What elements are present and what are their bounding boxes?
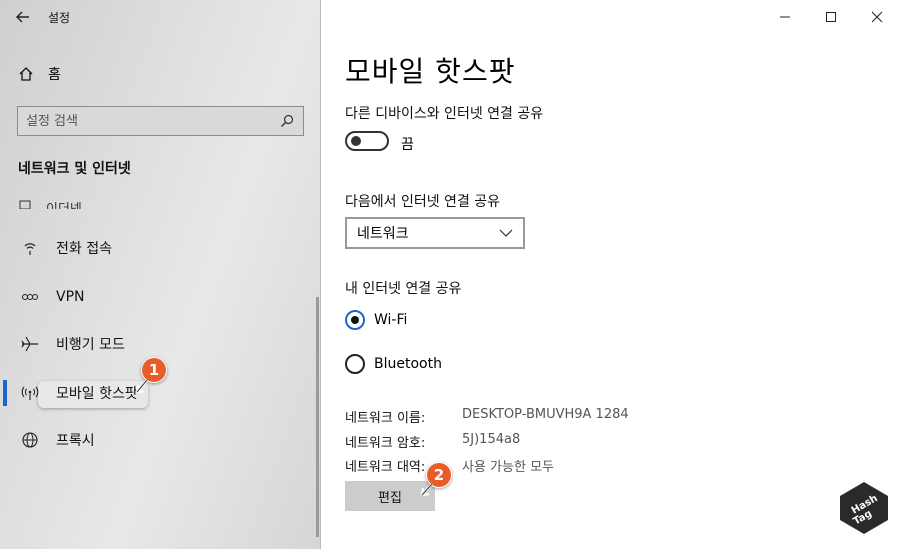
sidebar-scrollbar[interactable]: [316, 297, 319, 537]
minimize-button[interactable]: [762, 0, 808, 34]
active-indicator: [3, 380, 7, 406]
close-button[interactable]: [854, 0, 900, 34]
share-label: 다른 디바이스와 인터넷 연결 공유: [345, 106, 544, 122]
sidebar-item-label: 전화 접속: [56, 241, 112, 257]
network-password-row: 네트워크 암호: 5J)154a8: [345, 432, 520, 451]
ethernet-icon: [19, 200, 31, 209]
network-name-value: DESKTOP-BMUVH9A 1284: [462, 407, 629, 422]
window-controls: [762, 0, 900, 34]
chevron-down-icon: [499, 229, 513, 237]
dialup-icon: [18, 238, 42, 258]
home-link[interactable]: 홈: [18, 64, 61, 84]
annotation-arrow-1: [135, 379, 148, 394]
airplane-icon: [18, 334, 42, 354]
share-toggle[interactable]: [345, 131, 389, 151]
section-title: 네트워크 및 인터넷: [18, 161, 131, 177]
sidebar-item-label: 프록시: [56, 433, 95, 449]
network-name-row: 네트워크 이름: DESKTOP-BMUVH9A 1284: [345, 407, 629, 426]
sidebar-item-dialup[interactable]: 전화 접속: [8, 228, 308, 268]
sidebar-item-label: 이더넷: [46, 198, 82, 209]
sidebar-item-label: 비행기 모드: [56, 337, 125, 353]
globe-icon: [18, 430, 42, 450]
sidebar-item-ethernet[interactable]: 이더넷: [18, 193, 82, 209]
search-box[interactable]: [17, 106, 304, 136]
page-title: 모바일 핫스팟: [345, 55, 516, 88]
network-band-value: 사용 가능한 모두: [462, 460, 554, 475]
network-password-value: 5J)154a8: [462, 432, 521, 447]
sidebar-item-label: VPN: [56, 289, 85, 305]
toggle-state-label: 끔: [401, 137, 414, 153]
radio-bluetooth-label: Bluetooth: [374, 356, 442, 372]
home-icon: [19, 67, 33, 81]
sidebar: 설정 홈 네트워크 및 인터넷 이더넷 전화 접속 VPN 비행기 모드: [0, 0, 321, 549]
network-name-key: 네트워크 이름:: [345, 411, 426, 426]
vpn-icon: [18, 287, 42, 307]
share-from-label: 다음에서 인터넷 연결 공유: [345, 194, 501, 210]
app-title: 설정: [48, 10, 71, 25]
search-input[interactable]: [26, 113, 279, 129]
sidebar-item-label: 모바일 핫스팟: [56, 386, 138, 402]
toggle-knob: [351, 136, 361, 146]
main-pane: 모바일 핫스팟 다른 디바이스와 인터넷 연결 공유 끔 다음에서 인터넷 연결…: [322, 0, 900, 549]
radio-wifi[interactable]: Wi-Fi: [345, 310, 407, 330]
arrow-left-icon: [16, 11, 29, 23]
search-icon[interactable]: [279, 113, 295, 129]
hotspot-icon: [18, 383, 42, 403]
share-from-dropdown[interactable]: 네트워크: [345, 217, 525, 249]
home-label: 홈: [48, 67, 61, 83]
sidebar-header: 설정: [0, 0, 321, 34]
minimize-icon: [780, 16, 790, 18]
maximize-button[interactable]: [808, 0, 854, 34]
radio-bluetooth[interactable]: Bluetooth: [345, 354, 442, 374]
network-password-key: 네트워크 암호:: [345, 436, 426, 451]
close-icon: [871, 11, 883, 23]
annotation-arrow-2: [420, 483, 433, 497]
radio-wifi-circle[interactable]: [345, 310, 365, 330]
radio-bluetooth-circle[interactable]: [345, 354, 365, 374]
hashtag-logo: Hash Tag: [840, 482, 888, 534]
sidebar-item-proxy[interactable]: 프록시: [8, 420, 308, 460]
radio-wifi-label: Wi-Fi: [374, 312, 408, 328]
back-button[interactable]: [0, 0, 46, 34]
dropdown-value: 네트워크: [357, 226, 409, 242]
sidebar-item-vpn[interactable]: VPN: [8, 277, 308, 317]
maximize-icon: [826, 12, 836, 22]
share-over-label: 내 인터넷 연결 공유: [345, 281, 462, 297]
